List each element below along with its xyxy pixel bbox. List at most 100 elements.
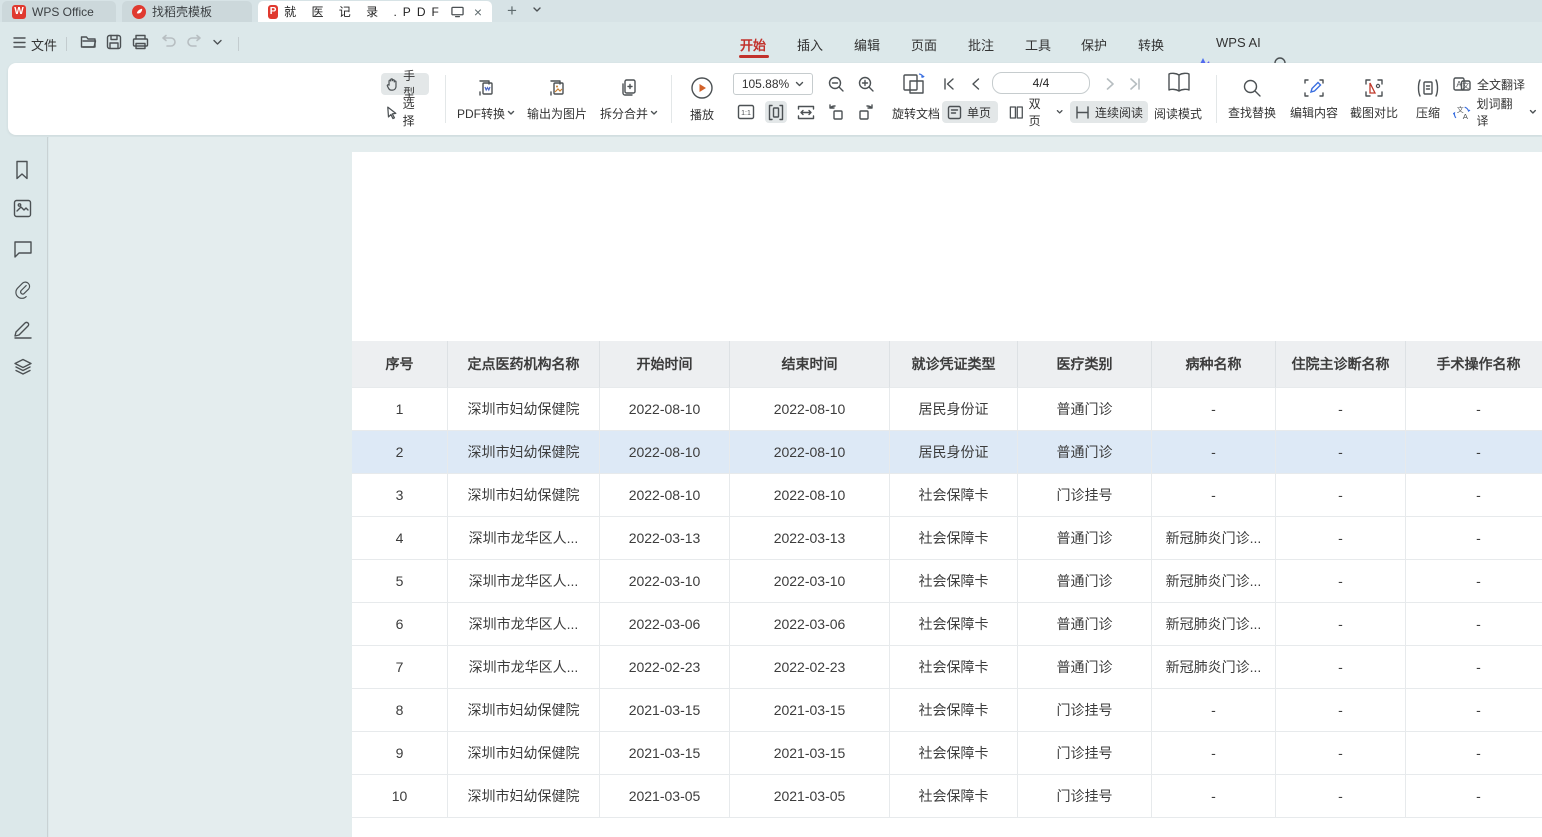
more-actions-chevron-icon[interactable]: [212, 38, 230, 56]
page-number-input[interactable]: [992, 72, 1090, 94]
find-replace-button[interactable]: 查找替换: [1224, 68, 1280, 130]
menu-protect[interactable]: 保护: [1081, 35, 1107, 54]
pdf-page: 序号定点医药机构名称开始时间结束时间就诊凭证类型医疗类别病种名称住院主诊断名称手…: [352, 152, 1542, 837]
read-mode-label[interactable]: 阅读模式: [1154, 105, 1202, 122]
table-cell: 门诊挂号: [1018, 732, 1152, 775]
split-merge-button[interactable]: 拆分合并: [596, 68, 662, 130]
menu-wps-ai[interactable]: WPS AI: [1216, 35, 1261, 50]
table-cell: 新冠肺炎门诊...: [1152, 517, 1276, 560]
table-cell: 社会保障卡: [890, 560, 1018, 603]
table-cell: 社会保障卡: [890, 517, 1018, 560]
table-cell: 居民身份证: [890, 388, 1018, 431]
zoom-in-button[interactable]: [855, 73, 877, 95]
last-page-button[interactable]: [1124, 73, 1146, 95]
fit-page-button[interactable]: [765, 101, 787, 123]
svg-text:1:1: 1:1: [741, 110, 751, 117]
find-replace-icon: [1242, 78, 1262, 98]
rotate-right-button[interactable]: [855, 101, 877, 123]
table-cell: -: [1406, 560, 1542, 603]
read-mode-icon[interactable]: [1166, 72, 1192, 94]
table-cell: -: [1276, 732, 1406, 775]
first-page-button[interactable]: [937, 73, 959, 95]
table-cell: 2021-03-15: [730, 732, 890, 775]
play-icon: [690, 76, 714, 100]
screenshot-compare-button[interactable]: 截图对比: [1346, 68, 1402, 130]
word-translate-button[interactable]: 文A 划词翻译: [1448, 101, 1542, 123]
menu-page[interactable]: 页面: [911, 35, 937, 54]
table-cell: 门诊挂号: [1018, 474, 1152, 517]
close-tab-icon[interactable]: ×: [474, 5, 482, 19]
hamburger-menu-icon[interactable]: [13, 37, 26, 48]
zoom-out-button[interactable]: [825, 73, 847, 95]
table-cell: 2022-08-10: [730, 431, 890, 474]
comment-icon[interactable]: [13, 240, 35, 262]
document-viewport[interactable]: 序号定点医药机构名称开始时间结束时间就诊凭证类型医疗类别病种名称住院主诊断名称手…: [49, 137, 1542, 837]
document-side-panel: [0, 137, 48, 837]
tab-document-pdf[interactable]: P 就 医 记 录 .PDF ×: [258, 1, 492, 22]
compress-button[interactable]: 压缩: [1406, 68, 1450, 130]
zoom-level-combobox[interactable]: 105.88%: [733, 73, 813, 95]
undo-icon[interactable]: [160, 34, 178, 52]
full-translate-button[interactable]: A文 全文翻译: [1448, 73, 1530, 95]
table-row: 9深圳市妇幼保健院2021-03-152021-03-15社会保障卡门诊挂号--…: [352, 732, 1542, 775]
layers-icon[interactable]: [13, 358, 35, 380]
table-cell: 社会保障卡: [890, 474, 1018, 517]
table-cell: 深圳市龙华区人...: [448, 603, 600, 646]
continuous-reading-button[interactable]: 连续阅读: [1070, 101, 1148, 123]
tab-list-chevron-icon[interactable]: [532, 5, 542, 15]
active-menu-underline: [739, 55, 769, 58]
rotate-left-button[interactable]: [825, 101, 847, 123]
fit-width-button[interactable]: [795, 101, 817, 123]
tab-label: 找稻壳模板: [152, 3, 212, 20]
edit-content-button[interactable]: 编辑内容: [1286, 68, 1342, 130]
signature-pen-icon[interactable]: [13, 319, 35, 341]
table-cell: 2022-03-10: [600, 560, 730, 603]
previous-page-button[interactable]: [964, 73, 986, 95]
table-cell: -: [1406, 603, 1542, 646]
double-page-button[interactable]: 双页: [1004, 101, 1068, 123]
pdf-convert-button[interactable]: PDF转换: [454, 68, 518, 130]
redo-icon[interactable]: [186, 34, 204, 52]
rotate-doc-label[interactable]: 旋转文档: [892, 105, 940, 122]
attachment-icon[interactable]: [13, 280, 35, 302]
table-cell: 2021-03-05: [730, 775, 890, 818]
table-cell: 普通门诊: [1018, 560, 1152, 603]
monitor-icon[interactable]: [451, 6, 464, 18]
pdf-file-icon: P: [268, 5, 278, 19]
menu-insert[interactable]: 插入: [797, 35, 823, 54]
compress-icon: [1416, 78, 1440, 98]
play-button[interactable]: 播放: [680, 68, 724, 130]
export-image-icon: [546, 77, 568, 99]
table-cell: 7: [352, 646, 448, 689]
table-cell: 2021-03-15: [730, 689, 890, 732]
table-cell: 2022-02-23: [600, 646, 730, 689]
table-cell: 2022-08-10: [730, 388, 890, 431]
tab-wps-home[interactable]: W WPS Office: [2, 1, 116, 22]
table-cell: 9: [352, 732, 448, 775]
ribbon-toolbar: 手型 选择 PDF转换 输出为图片 拆分合并 播放 105.88% 1:1: [8, 63, 1542, 135]
menu-home[interactable]: 开始: [740, 35, 766, 54]
file-menu[interactable]: 文件: [31, 35, 57, 54]
menu-edit[interactable]: 编辑: [854, 35, 880, 54]
table-cell: 6: [352, 603, 448, 646]
select-tool-button[interactable]: 选择: [381, 101, 429, 123]
actual-size-button[interactable]: 1:1: [735, 101, 757, 123]
menu-convert[interactable]: 转换: [1138, 35, 1164, 54]
table-cell: -: [1276, 431, 1406, 474]
hand-tool-button[interactable]: 手型: [381, 73, 429, 95]
chevron-down-icon: [650, 110, 658, 116]
menu-tools[interactable]: 工具: [1025, 35, 1051, 54]
tab-docer-templates[interactable]: 找稻壳模板: [122, 1, 252, 22]
menu-comment[interactable]: 批注: [968, 35, 994, 54]
rotate-pages-icon[interactable]: [901, 72, 927, 96]
single-page-button[interactable]: 单页: [942, 101, 998, 123]
next-page-button[interactable]: [1099, 73, 1121, 95]
bookmark-icon[interactable]: [13, 160, 35, 182]
thumbnail-icon[interactable]: [13, 199, 35, 221]
single-page-icon: [947, 105, 962, 120]
print-icon[interactable]: [132, 34, 150, 52]
open-folder-icon[interactable]: [80, 34, 98, 52]
export-as-image-button[interactable]: 输出为图片: [524, 68, 590, 130]
new-tab-icon[interactable]: +: [507, 2, 517, 19]
save-icon[interactable]: [106, 34, 124, 52]
